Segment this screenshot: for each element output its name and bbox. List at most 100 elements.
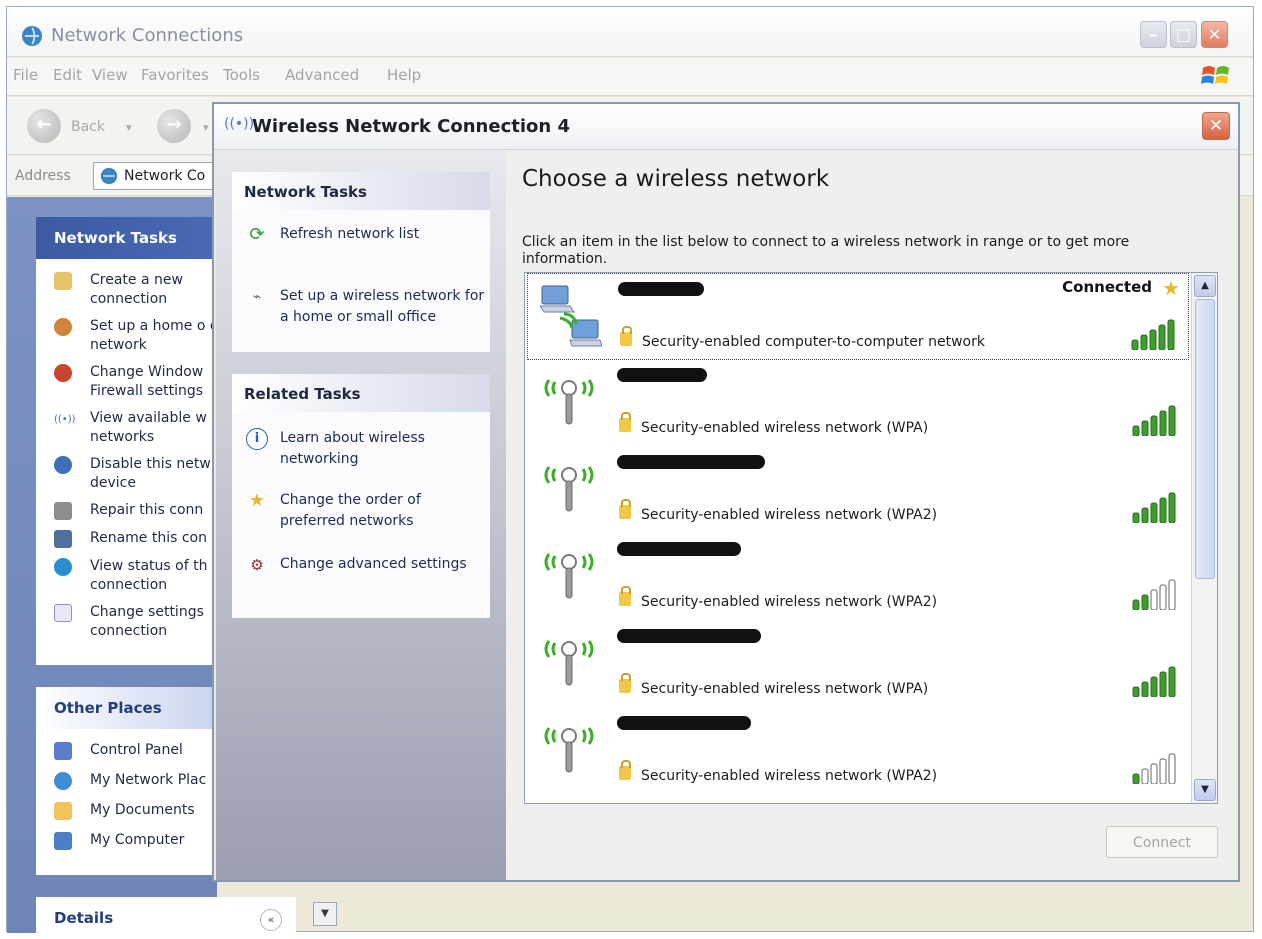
instruction-text: Click an item in the list below to conne…	[522, 234, 1130, 267]
scroll-down-button[interactable]: ▼	[1194, 779, 1216, 801]
signal-bar	[1141, 420, 1149, 436]
signal-bar	[1131, 339, 1139, 350]
documents-folder-icon	[54, 802, 72, 820]
minimize-button[interactable]: –	[1140, 21, 1167, 48]
network-name-redacted	[617, 629, 761, 643]
new-connection-icon	[54, 272, 72, 290]
back-label: Back	[71, 119, 105, 135]
lock-icon	[619, 673, 631, 693]
signal-strength-icon	[1131, 319, 1175, 350]
lock-icon	[619, 586, 631, 606]
network-list-item[interactable]: Security-enabled wireless network (WPA2)	[527, 447, 1189, 534]
maximize-icon: □	[1175, 25, 1192, 44]
dialog-network-tasks-heading: Network Tasks	[232, 172, 490, 210]
windows-flag-icon	[1201, 66, 1229, 84]
network-tasks-heading[interactable]: Network Tasks	[36, 217, 226, 259]
signal-strength-icon	[1132, 492, 1176, 523]
collapse-chevron-icon[interactable]: «	[260, 909, 282, 931]
menu-file[interactable]: File	[13, 66, 38, 84]
network-places-icon	[54, 772, 72, 790]
wireless-icon: ((•))	[224, 116, 255, 132]
forward-dropdown-icon[interactable]: ▾	[203, 121, 209, 134]
maximize-button[interactable]: □	[1170, 21, 1197, 48]
network-name-redacted	[617, 716, 751, 730]
choose-network-heading: Choose a wireless network	[522, 166, 830, 192]
details-pane: Details «	[36, 897, 296, 939]
menu-help[interactable]: Help	[387, 66, 421, 84]
signal-bar	[1132, 686, 1140, 697]
outer-title-bar: Network Connections – □ ✕	[7, 7, 1253, 57]
signal-bar	[1159, 584, 1167, 610]
scroll-up-button[interactable]: ▲	[1194, 275, 1216, 297]
menu-view[interactable]: View	[92, 66, 128, 84]
close-icon: ✕	[1207, 25, 1222, 44]
details-heading[interactable]: Details	[36, 897, 296, 939]
wireless-icon: ((•))	[54, 414, 76, 425]
lock-icon	[619, 760, 631, 780]
wireless-access-point-icon	[544, 466, 594, 512]
rename-icon	[54, 530, 72, 548]
forward-arrow-icon: →	[166, 114, 182, 135]
network-list-item[interactable]: Security-enabled wireless network (WPA)	[527, 621, 1189, 708]
network-name-redacted	[618, 282, 704, 296]
signal-bar	[1158, 324, 1166, 350]
lock-icon	[619, 499, 631, 519]
preferred-star-icon: ★	[1162, 276, 1180, 300]
back-button[interactable]: ←	[27, 109, 61, 143]
network-list-item[interactable]: Connected ★ Security-enabled computer-to-c…	[527, 273, 1189, 360]
dialog-close-button[interactable]: ✕	[1202, 112, 1230, 140]
menu-tools[interactable]: Tools	[223, 66, 260, 84]
other-places-heading[interactable]: Other Places	[36, 687, 226, 729]
signal-bar	[1141, 681, 1149, 697]
computer-icon	[54, 832, 72, 850]
signal-bar	[1150, 415, 1158, 436]
signal-bar	[1159, 497, 1167, 523]
network-name-redacted	[617, 455, 765, 469]
signal-strength-icon	[1132, 666, 1176, 697]
menu-advanced[interactable]: Advanced	[285, 66, 359, 84]
connection-status: Connected	[1062, 278, 1152, 296]
settings-check-icon	[54, 604, 72, 622]
signal-bar	[1141, 507, 1149, 523]
computer-to-computer-icon	[540, 285, 602, 347]
lock-icon	[619, 412, 631, 432]
security-type: Security-enabled wireless network (WPA2)	[641, 768, 938, 784]
network-list-item[interactable]: Security-enabled wireless network (WPA2)	[527, 708, 1189, 795]
scroll-down-button[interactable]: ▼	[313, 902, 337, 926]
network-list-item[interactable]: Security-enabled wireless network (WPA)	[527, 360, 1189, 447]
menu-edit[interactable]: Edit	[53, 66, 82, 84]
signal-bar	[1168, 666, 1176, 697]
signal-bar	[1168, 405, 1176, 436]
wireless-access-point-icon	[544, 379, 594, 425]
signal-bar	[1132, 773, 1140, 784]
wireless-access-point-icon	[544, 640, 594, 686]
network-name-redacted	[617, 542, 741, 556]
signal-bar	[1141, 594, 1149, 610]
wireless-access-point-icon	[544, 727, 594, 773]
status-icon	[54, 558, 72, 576]
back-dropdown-icon[interactable]: ▾	[126, 121, 132, 134]
close-button[interactable]: ✕	[1201, 21, 1228, 48]
signal-bar	[1150, 676, 1158, 697]
security-type: Security-enabled wireless network (WPA2)	[641, 594, 938, 610]
network-list-item[interactable]: Security-enabled wireless network (WPA2)	[527, 534, 1189, 621]
minimize-icon: –	[1149, 25, 1158, 44]
dialog-title-bar: ((•)) Wireless Network Connection 4 ✕	[214, 104, 1238, 150]
connect-button[interactable]: Connect	[1106, 826, 1218, 858]
signal-strength-icon	[1132, 579, 1176, 610]
signal-bar	[1168, 492, 1176, 523]
signal-bar	[1132, 425, 1140, 436]
forward-button[interactable]: →	[157, 109, 191, 143]
security-type: Security-enabled wireless network (WPA2)	[641, 507, 938, 523]
home-network-icon	[54, 318, 72, 336]
wireless-access-point-icon	[544, 553, 594, 599]
scroll-thumb[interactable]	[1195, 299, 1215, 579]
signal-strength-icon	[1132, 753, 1176, 784]
signal-bar	[1167, 319, 1175, 350]
related-tasks-heading: Related Tasks	[232, 374, 490, 412]
network-tasks-pane: Network Tasks Create a new connection Se…	[36, 217, 248, 665]
menu-favorites[interactable]: Favorites	[141, 66, 209, 84]
network-connections-icon	[22, 26, 42, 46]
vertical-scrollbar[interactable]: ▲ ▼	[1191, 273, 1217, 803]
network-rows: Connected ★ Security-enabled computer-to-c…	[525, 273, 1191, 803]
